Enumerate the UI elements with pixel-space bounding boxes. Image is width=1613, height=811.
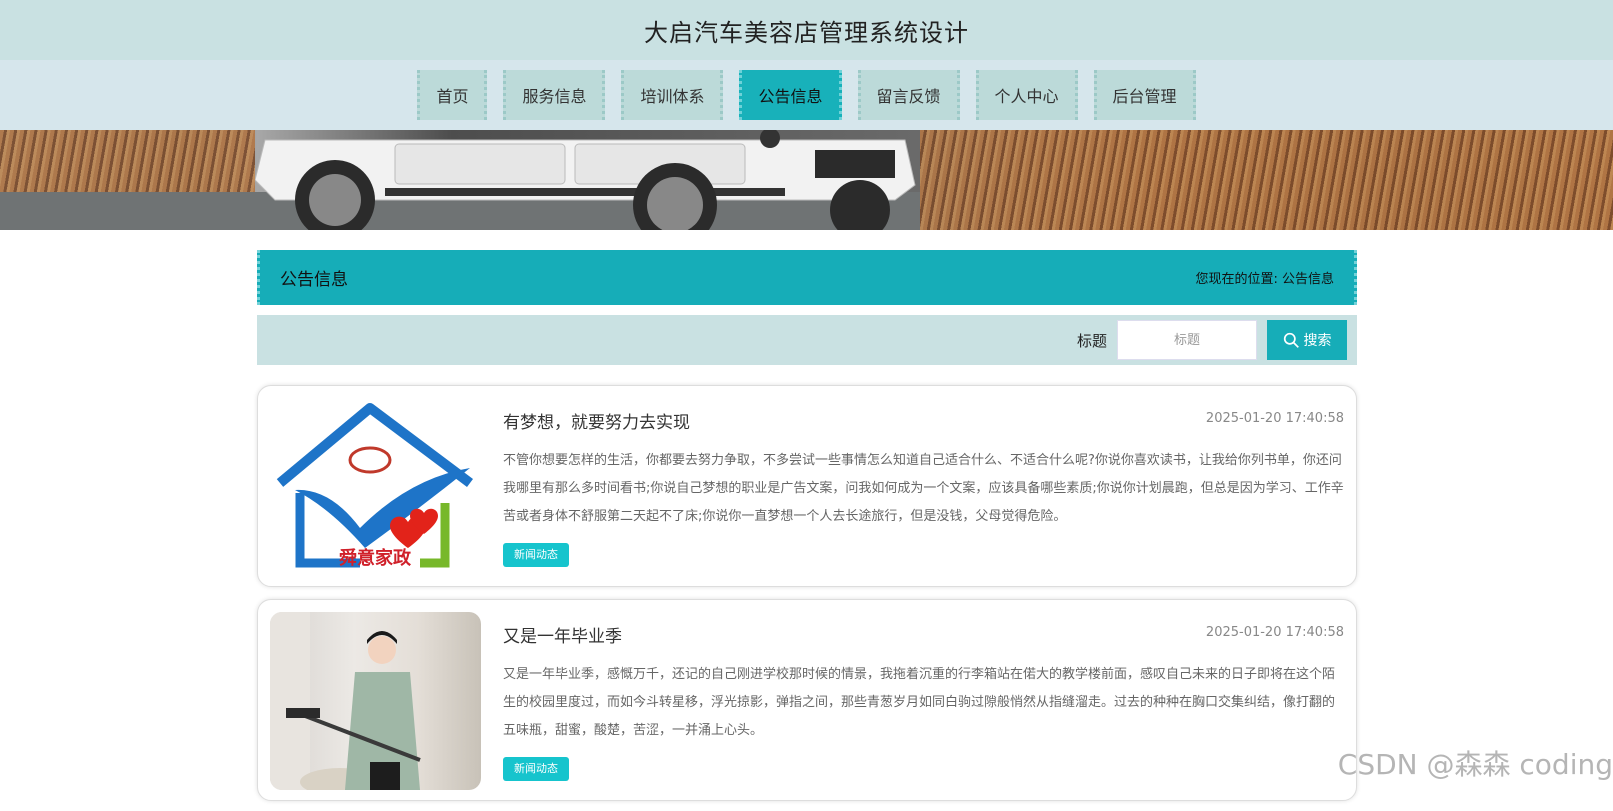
nav-item-training[interactable]: 培训体系	[621, 70, 724, 120]
banner-grass-left	[0, 130, 255, 200]
search-button[interactable]: 搜索	[1267, 320, 1347, 360]
news-card[interactable]: 舜意家政 有梦想，就要努力去实现 2025-01-20 17:40:58 不管你…	[257, 385, 1357, 587]
nav-item-services[interactable]: 服务信息	[503, 70, 606, 120]
news-thumbnail: 舜意家政	[270, 398, 481, 576]
main-nav: 首页 服务信息 培训体系 公告信息 留言反馈 个人中心 后台管理	[0, 60, 1613, 130]
main-content: 公告信息 您现在的位置: 公告信息 标题 搜索	[257, 250, 1357, 811]
search-input[interactable]	[1117, 320, 1257, 360]
search-bar: 标题 搜索	[257, 315, 1357, 365]
section-title: 公告信息	[280, 270, 348, 290]
news-thumbnail	[270, 612, 481, 790]
nav-item-home[interactable]: 首页	[417, 70, 488, 120]
breadcrumb-current: 公告信息	[1281, 272, 1334, 287]
news-time: 2025-01-20 17:40:58	[1205, 625, 1344, 640]
search-button-label: 搜索	[1303, 333, 1332, 349]
logo-text: 舜意家政	[339, 547, 412, 569]
news-time: 2025-01-20 17:40:58	[1205, 411, 1344, 426]
watermark: CSDN @森森 coding	[1337, 748, 1613, 781]
nav-item-admin[interactable]: 后台管理	[1093, 70, 1196, 120]
housekeeping-logo: 舜意家政	[276, 403, 473, 569]
news-body: 有梦想，就要努力去实现 2025-01-20 17:40:58 不管你想要怎样的…	[481, 398, 1344, 574]
banner-image	[0, 130, 1613, 230]
nav-item-announcements[interactable]: 公告信息	[739, 70, 842, 120]
news-tag[interactable]: 新闻动态	[503, 757, 569, 781]
car-illustration	[255, 130, 916, 230]
banner-grass-right	[920, 130, 1613, 230]
search-label: 标题	[1076, 331, 1107, 350]
news-card[interactable]: 又是一年毕业季 2025-01-20 17:40:58 又是一年毕业季，感慨万千…	[257, 599, 1357, 801]
staff-photo	[270, 612, 421, 790]
nav-item-profile[interactable]: 个人中心	[975, 70, 1078, 120]
search-icon	[1283, 332, 1299, 348]
news-body: 又是一年毕业季 2025-01-20 17:40:58 又是一年毕业季，感慨万千…	[481, 612, 1344, 788]
site-title: 大启汽车美容店管理系统设计	[644, 18, 969, 47]
breadcrumb: 您现在的位置: 公告信息	[1195, 268, 1334, 287]
breadcrumb-prefix: 您现在的位置:	[1195, 272, 1278, 287]
news-tag[interactable]: 新闻动态	[503, 543, 569, 567]
news-description: 又是一年毕业季，感慨万千，还记的自己刚进学校那时候的情景，我拖着沉重的行李箱站在…	[503, 667, 1336, 738]
site-header: 大启汽车美容店管理系统设计	[0, 0, 1613, 60]
news-description: 不管你想要怎样的生活，你都要去努力争取，不多尝试一些事情怎么知道自己适合什么、不…	[503, 453, 1344, 524]
news-list: 舜意家政 有梦想，就要努力去实现 2025-01-20 17:40:58 不管你…	[257, 385, 1357, 801]
nav-item-feedback[interactable]: 留言反馈	[857, 70, 960, 120]
section-header: 公告信息 您现在的位置: 公告信息	[257, 250, 1357, 305]
